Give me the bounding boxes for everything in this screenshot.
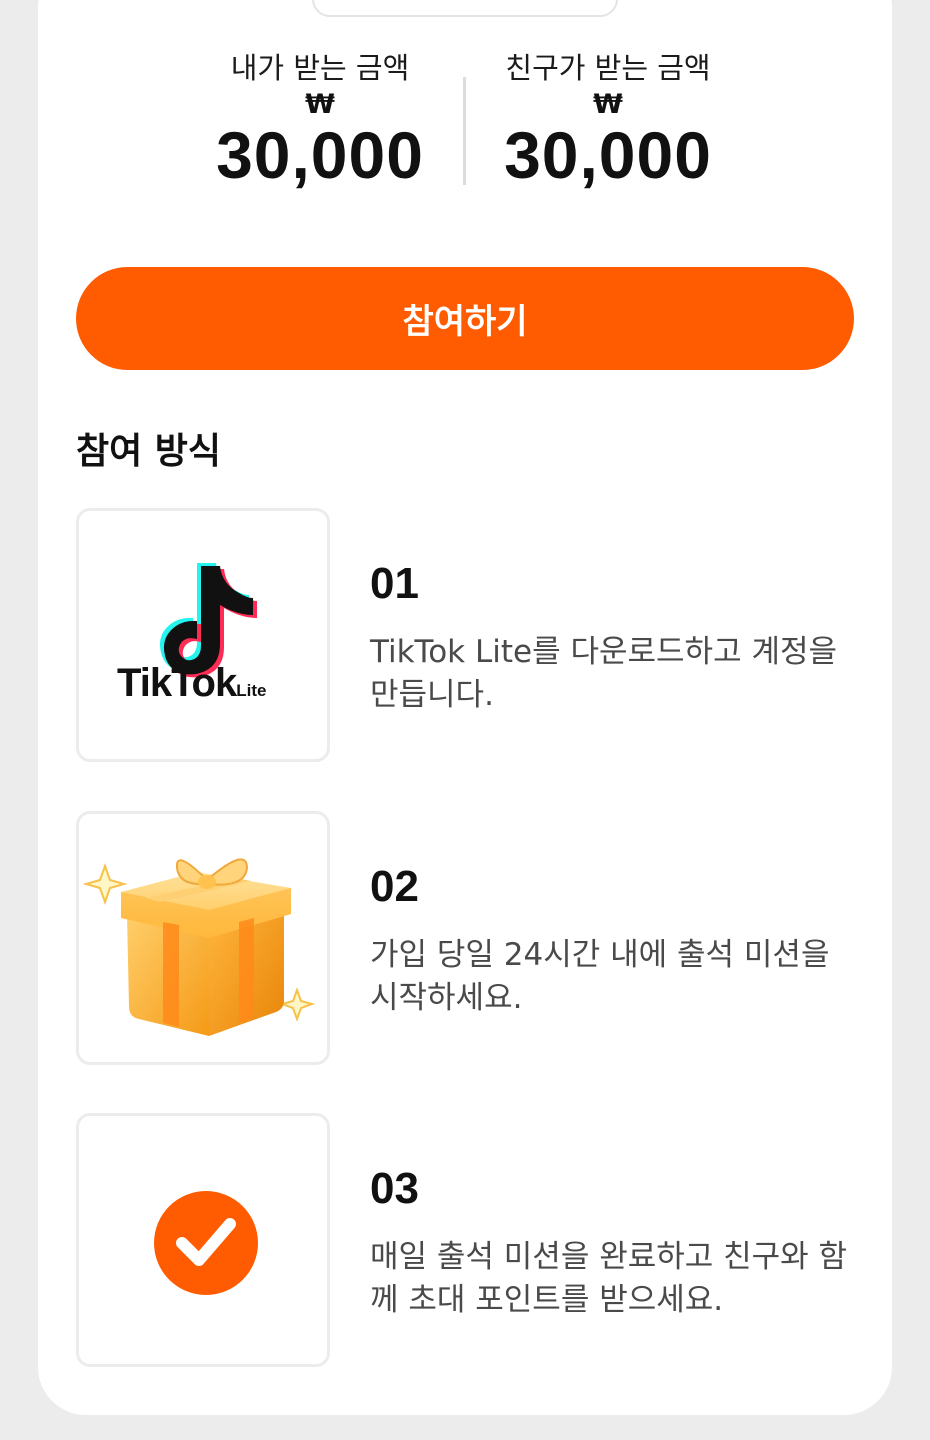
friend-reward-amount: 30,000 <box>504 118 712 192</box>
step-1: TikTokLite 01 TikTok Lite를 다운로드하고 계정을 만듭… <box>76 508 856 764</box>
step-1-number: 01 <box>370 559 419 608</box>
step-3-thumbnail <box>76 1113 330 1367</box>
step-3-number: 03 <box>370 1164 419 1213</box>
tiktok-logo-text: TikTok <box>117 661 237 705</box>
my-reward-amount: 30,000 <box>216 118 424 192</box>
section-title: 참여 방식 <box>76 431 222 472</box>
my-reward-currency: ₩ <box>305 89 335 120</box>
step-1-description: TikTok Lite를 다운로드하고 계정을 만듭니다. <box>370 634 838 713</box>
my-reward: 내가 받는 금액 ₩ 30,000 <box>170 50 470 190</box>
gift-box-icon <box>82 858 316 1036</box>
step-2: 02 가입 당일 24시간 내에 출석 미션을 시작하세요. <box>76 811 856 1067</box>
my-reward-label: 내가 받는 금액 <box>230 51 410 85</box>
step-3-description: 매일 출석 미션을 완료하고 친구와 함께 초대 포인트를 받으세요. <box>370 1239 848 1318</box>
step-3: 03 매일 출석 미션을 완료하고 친구와 함께 초대 포인트를 받으세요. <box>76 1113 856 1369</box>
checkmark-circle-icon <box>154 1191 258 1295</box>
tiktok-note-icon <box>159 563 257 678</box>
tiktok-logo-sub: Lite <box>236 681 267 700</box>
friend-reward-currency: ₩ <box>593 89 623 120</box>
step-2-description: 가입 당일 24시간 내에 출석 미션을 시작하세요. <box>370 937 830 1016</box>
join-button[interactable]: 참여하기 <box>76 267 854 370</box>
tiktok-lite-logo: TikTokLite <box>117 661 266 706</box>
step-2-thumbnail <box>76 811 330 1065</box>
friend-reward-label: 친구가 받는 금액 <box>505 51 711 85</box>
step-1-thumbnail: TikTokLite <box>76 508 330 762</box>
step-2-number: 02 <box>370 862 419 911</box>
top-pill-control[interactable] <box>312 0 618 17</box>
friend-reward: 친구가 받는 금액 ₩ 30,000 <box>458 50 758 190</box>
